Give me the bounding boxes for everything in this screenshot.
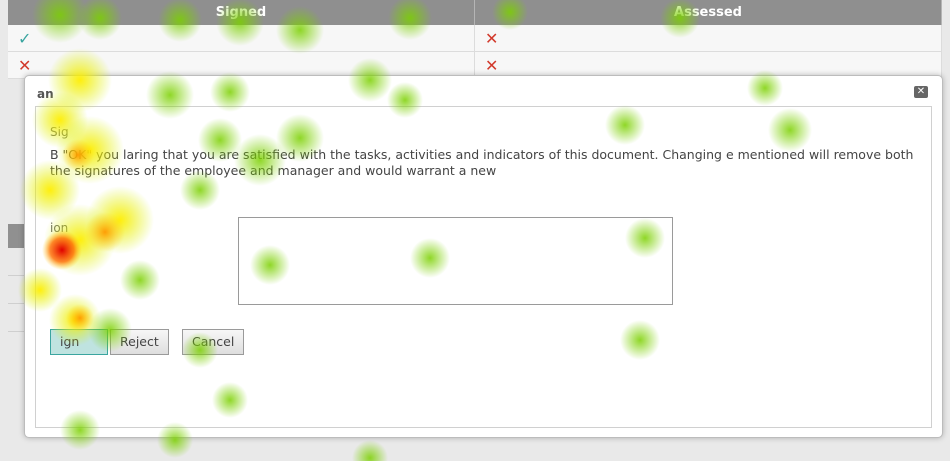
dialog-body: Sig B "OK" you laring that you are satis… [35,106,932,428]
sign-dialog: an ✕ Sig B "OK" you laring that you are … [24,75,943,438]
column-signed[interactable]: Signed [8,0,475,25]
grid-header: Signed Assessed [8,0,942,25]
check-icon: ✓ [8,25,475,51]
close-icon[interactable]: ✕ [914,86,928,98]
cross-icon: ✕ [475,25,942,51]
section-label: Sig [50,125,69,139]
dialog-title: an [37,87,54,101]
reject-button[interactable]: Reject [110,329,169,355]
comment-label: ion [50,221,69,235]
comment-textarea[interactable] [238,217,673,305]
sign-button[interactable]: ign [50,329,108,355]
confirmation-message: B "OK" you laring that you are satisfied… [50,147,914,178]
cancel-button[interactable]: Cancel [182,329,245,355]
table-row[interactable]: ✓ ✕ [8,25,942,52]
signature-grid: Signed Assessed ✓ ✕ ✕ ✕ [8,0,942,79]
column-assessed[interactable]: Assessed [475,0,942,25]
